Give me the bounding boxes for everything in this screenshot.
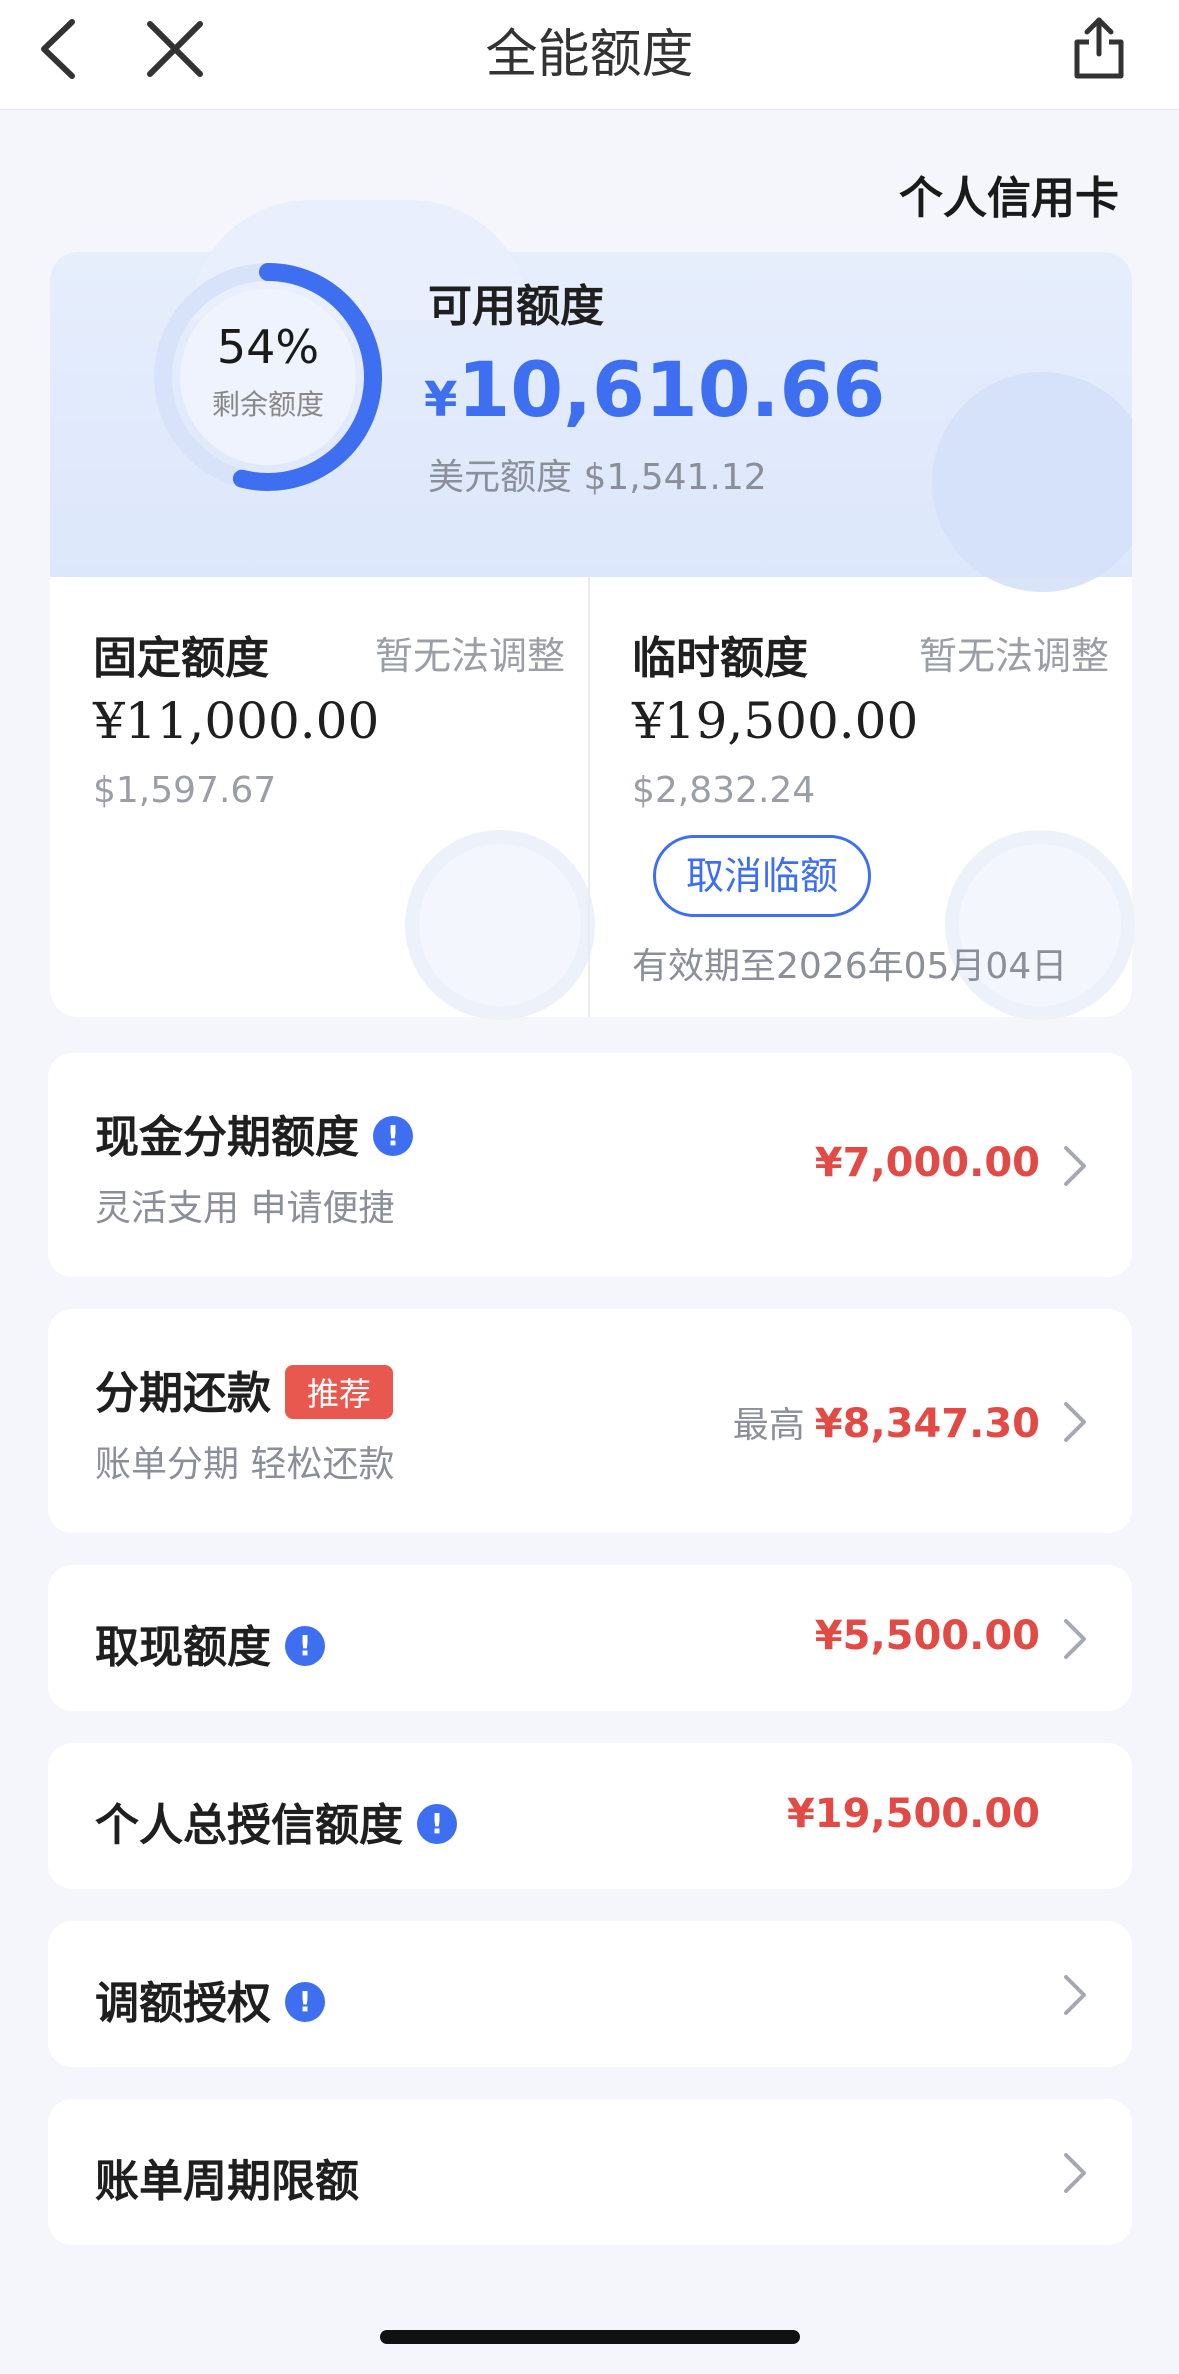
chevron-right-icon bbox=[1064, 1146, 1086, 1186]
remaining-ring-chart bbox=[154, 263, 382, 491]
piggy-bank-decoration bbox=[932, 372, 1132, 592]
cash-installment-row[interactable]: 现金分期额度! 灵活支用 申请便捷 ¥7,000.00 bbox=[48, 1053, 1132, 1277]
max-prefix: 最高 bbox=[732, 1405, 805, 1446]
cash-installment-title: 现金分期额度! bbox=[95, 1101, 413, 1165]
fixed-limit-cny: ¥11,000.00 bbox=[93, 692, 380, 750]
usd-amount: $1,541.12 bbox=[583, 457, 767, 498]
installment-repay-amount: 最高 ¥8,347.30 bbox=[732, 1401, 1040, 1447]
currency-symbol: ¥ bbox=[424, 372, 458, 428]
remaining-label: 剩余额度 bbox=[211, 388, 324, 421]
adjust-authorization-row[interactable]: 调额授权! bbox=[48, 1921, 1132, 2067]
total-credit-row: 个人总授信额度! ¥19,500.00 bbox=[48, 1743, 1132, 1889]
usd-credit-line: 美元额度 $1,541.12 bbox=[428, 448, 767, 500]
share-icon[interactable] bbox=[1069, 12, 1129, 82]
cash-withdraw-amount: ¥5,500.00 bbox=[814, 1613, 1040, 1659]
info-icon[interactable]: ! bbox=[417, 1804, 457, 1844]
cash-withdraw-row[interactable]: 取现额度! ¥5,500.00 bbox=[48, 1565, 1132, 1711]
total-credit-amount: ¥19,500.00 bbox=[786, 1791, 1040, 1837]
chevron-right-icon bbox=[1064, 1402, 1086, 1442]
fixed-limit-note: 暂无法调整 bbox=[374, 634, 565, 678]
installment-repay-subtitle: 账单分期 轻松还款 bbox=[95, 1444, 395, 1485]
page-title: 全能额度 bbox=[485, 25, 694, 85]
bill-cycle-limit-title: 账单周期限额 bbox=[95, 2156, 359, 2207]
available-label: 可用额度 bbox=[428, 281, 604, 332]
installment-repay-title: 分期还款 推荐 bbox=[95, 1357, 394, 1423]
usd-label: 美元额度 bbox=[428, 457, 573, 498]
fixed-limit-label: 固定额度 bbox=[93, 633, 269, 684]
cancel-temporary-limit-button[interactable]: 取消临额 bbox=[653, 835, 871, 917]
temporary-limit-usd: $2,832.24 bbox=[632, 770, 816, 811]
card-type-label[interactable]: 个人信用卡 bbox=[899, 162, 1119, 226]
cash-installment-subtitle: 灵活支用 申请便捷 bbox=[95, 1188, 395, 1229]
info-icon[interactable]: ! bbox=[285, 1982, 325, 2022]
home-indicator[interactable] bbox=[380, 2330, 800, 2344]
cash-installment-amount: ¥7,000.00 bbox=[814, 1140, 1040, 1186]
fixed-limit-usd: $1,597.67 bbox=[93, 770, 277, 811]
temporary-limit-section: 临时额度 暂无法调整 ¥19,500.00 $2,832.24 取消临额 有效期… bbox=[589, 577, 1132, 1017]
recommend-badge: 推荐 bbox=[285, 1365, 394, 1419]
total-credit-title: 个人总授信额度! bbox=[95, 1789, 457, 1853]
temporary-limit-label: 临时额度 bbox=[632, 633, 808, 684]
cash-withdraw-title: 取现额度! bbox=[95, 1611, 325, 1675]
temporary-limit-validity: 有效期至2026年05月04日 bbox=[632, 946, 1068, 987]
temporary-limit-cny: ¥19,500.00 bbox=[632, 692, 919, 750]
chevron-right-icon bbox=[1064, 1975, 1086, 2015]
temporary-limit-note: 暂无法调整 bbox=[918, 634, 1109, 678]
available-amount: ¥10,610.66 bbox=[424, 345, 885, 434]
fixed-limit-section: 固定额度 暂无法调整 ¥11,000.00 $1,597.67 bbox=[50, 577, 588, 1017]
chevron-right-icon bbox=[1064, 1619, 1086, 1659]
chevron-right-icon bbox=[1064, 2153, 1086, 2193]
available-amount-value: 10,610.66 bbox=[457, 345, 886, 434]
installment-repay-row[interactable]: 分期还款 推荐 账单分期 轻松还款 最高 ¥8,347.30 bbox=[48, 1309, 1132, 1533]
info-icon[interactable]: ! bbox=[373, 1116, 413, 1156]
adjust-authorization-title: 调额授权! bbox=[95, 1967, 325, 2031]
bill-cycle-limit-row[interactable]: 账单周期限额 bbox=[48, 2099, 1132, 2245]
remaining-percent: 54% bbox=[216, 320, 320, 374]
info-icon[interactable]: ! bbox=[285, 1626, 325, 1666]
nav-bar: 全能额度 bbox=[0, 0, 1179, 110]
